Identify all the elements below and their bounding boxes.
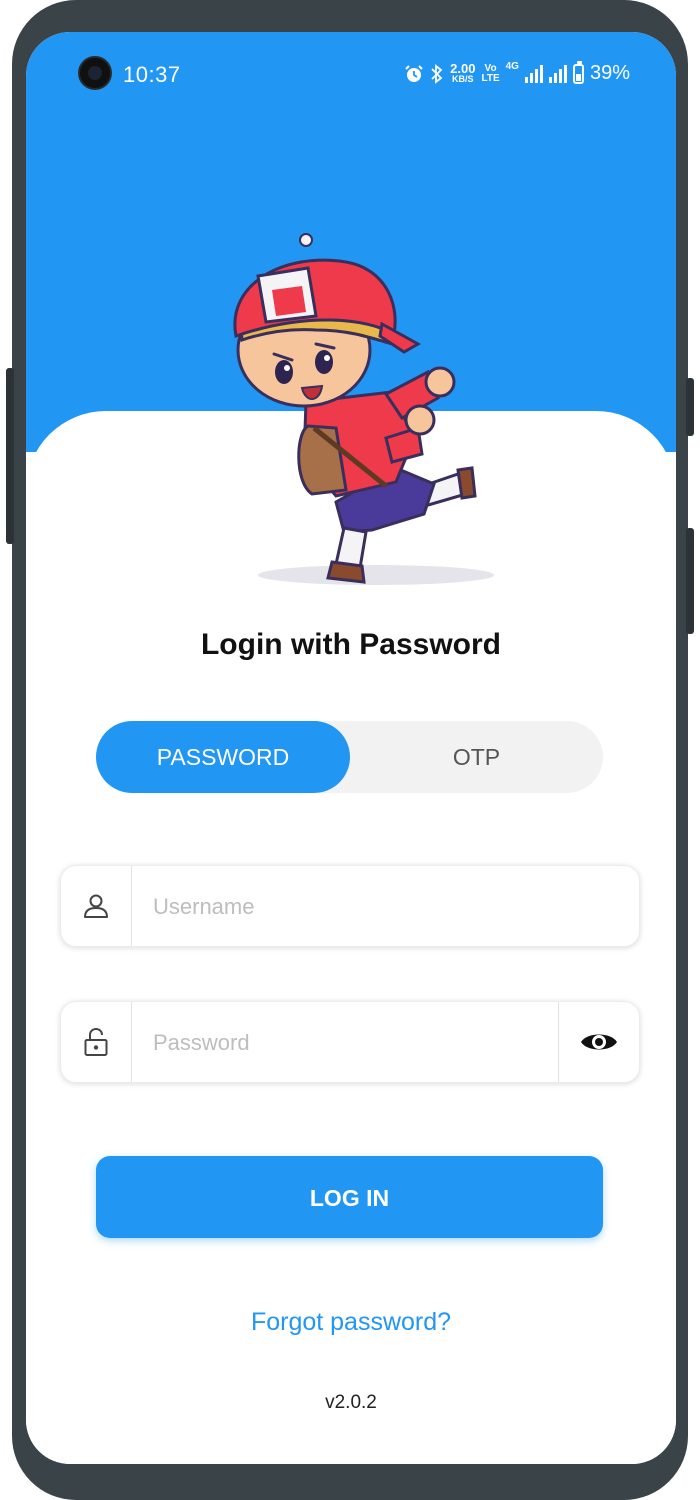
password-icon-cell bbox=[61, 1002, 132, 1082]
username-input[interactable] bbox=[151, 866, 625, 948]
user-icon bbox=[84, 894, 108, 918]
mascot-illustration bbox=[233, 233, 494, 585]
forgot-password-link[interactable]: Forgot password? bbox=[26, 1308, 676, 1337]
status-icons: 2.00 KB/S Vo LTE 4G 39% bbox=[404, 60, 630, 85]
network-type: 4G bbox=[505, 61, 519, 72]
login-button[interactable]: LOG IN bbox=[96, 1156, 603, 1238]
app-version: v2.0.2 bbox=[325, 1392, 377, 1413]
username-icon-cell bbox=[61, 866, 132, 946]
toggle-password-visibility[interactable] bbox=[558, 1002, 639, 1082]
signal-icon-2 bbox=[548, 64, 567, 83]
volte-indicator: Vo LTE bbox=[481, 62, 500, 84]
net-speed: 2.00 KB/S bbox=[450, 60, 476, 84]
password-field bbox=[60, 1001, 640, 1084]
side-button-right-top bbox=[686, 378, 694, 436]
username-field bbox=[60, 865, 640, 948]
side-button-left bbox=[6, 368, 14, 544]
signal-icon bbox=[524, 64, 543, 83]
status-time: 10:37 bbox=[123, 62, 181, 87]
password-input[interactable] bbox=[151, 1002, 545, 1084]
login-method-toggle: PASSWORD OTP bbox=[96, 721, 603, 793]
alarm-icon bbox=[405, 64, 423, 82]
front-camera bbox=[78, 56, 112, 90]
tab-otp[interactable]: OTP bbox=[350, 721, 603, 793]
app-screen: 10:37 2.00 KB/S Vo LTE 4G 39% Login with… bbox=[26, 32, 676, 1464]
battery-icon bbox=[572, 60, 584, 84]
bluetooth-icon bbox=[431, 63, 443, 84]
battery-percent: 39% bbox=[589, 62, 630, 84]
status-bar: 10:37 2.00 KB/S Vo LTE 4G 39% bbox=[26, 32, 676, 112]
lock-icon bbox=[84, 1027, 108, 1056]
tab-password[interactable]: PASSWORD bbox=[96, 721, 350, 793]
side-button-right bbox=[686, 528, 694, 634]
eye-icon bbox=[581, 1034, 617, 1050]
page-title: Login with Password bbox=[200, 628, 501, 661]
